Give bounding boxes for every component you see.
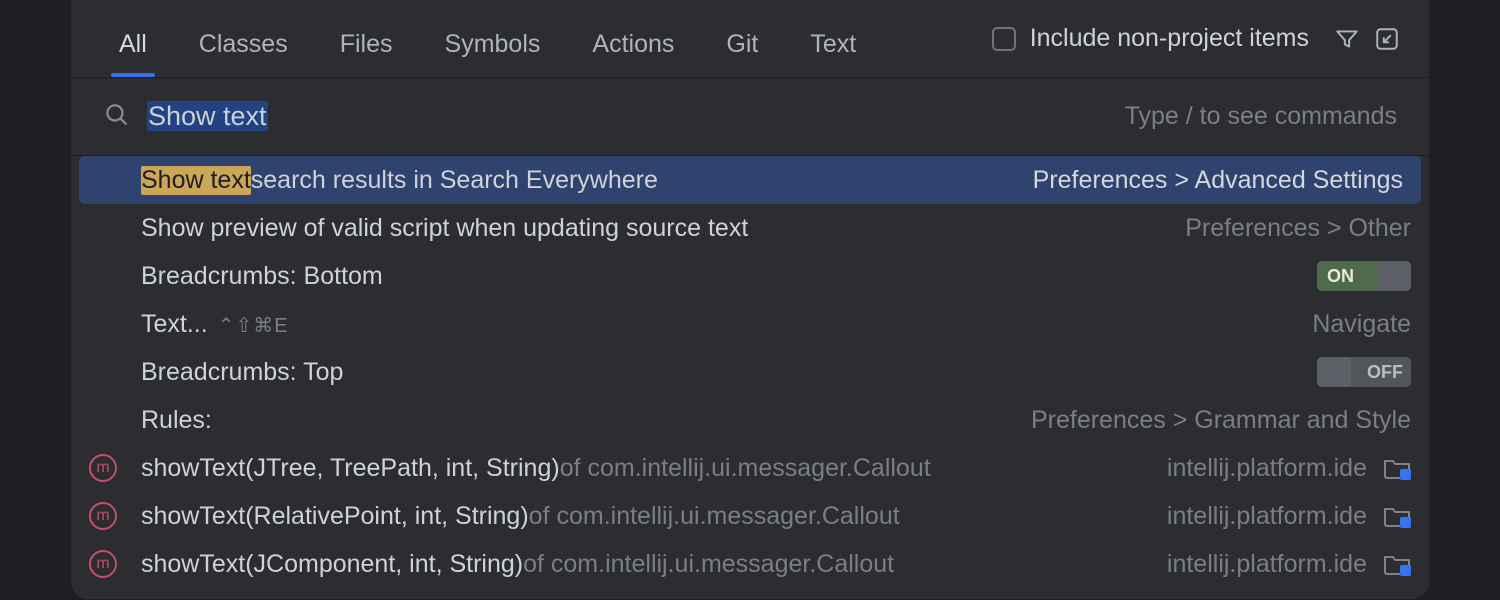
result-package: of com.intellij.ui.messager.Callout xyxy=(560,454,931,483)
result-label: showText(RelativePoint, int, String) xyxy=(141,502,529,531)
tab-actions[interactable]: Actions xyxy=(566,8,700,77)
result-row[interactable]: Show text search results in Search Every… xyxy=(79,156,1421,204)
tab-all[interactable]: All xyxy=(93,8,173,77)
tab-files[interactable]: Files xyxy=(314,8,419,77)
library-folder-icon xyxy=(1383,552,1411,576)
result-module: intellij.platform.ide xyxy=(1167,550,1367,579)
result-highlight: Show text xyxy=(141,166,251,195)
result-row[interactable]: m showText(JTree, TreePath, int, String)… xyxy=(71,444,1429,492)
result-label: Show preview of valid script when updati… xyxy=(141,214,748,243)
result-label: Breadcrumbs: Top xyxy=(141,358,343,387)
toggle-knob xyxy=(1317,357,1351,387)
tabbar: All Classes Files Symbols Actions Git Te… xyxy=(71,0,1429,78)
search-everywhere-popup: All Classes Files Symbols Actions Git Te… xyxy=(70,0,1430,600)
result-package: of com.intellij.ui.messager.Callout xyxy=(523,550,894,579)
method-icon: m xyxy=(89,550,117,578)
tab-text[interactable]: Text xyxy=(784,8,882,77)
result-label: Breadcrumbs: Bottom xyxy=(141,262,383,291)
toggle-label: ON xyxy=(1327,266,1354,287)
method-icon: m xyxy=(89,502,117,530)
result-label: showText(JTree, TreePath, int, String) xyxy=(141,454,560,483)
result-label: Text... xyxy=(141,310,208,339)
toggle[interactable]: ON xyxy=(1317,261,1411,291)
result-shortcut: ⌃⇧⌘E xyxy=(218,313,289,338)
tab-symbols[interactable]: Symbols xyxy=(419,8,567,77)
search-row: Show text Type / to see commands xyxy=(71,78,1429,156)
search-input[interactable]: Show text xyxy=(147,101,268,132)
result-row[interactable]: Breadcrumbs: Top OFF xyxy=(71,348,1429,396)
tabs: All Classes Files Symbols Actions Git Te… xyxy=(93,0,882,77)
result-label: showText(JComponent, int, String) xyxy=(141,550,523,579)
library-folder-icon xyxy=(1383,456,1411,480)
include-non-project-label: Include non-project items xyxy=(1030,24,1309,53)
result-row[interactable]: Show preview of valid script when updati… xyxy=(71,204,1429,252)
search-input-value: Show text xyxy=(147,101,268,131)
result-module: intellij.platform.ide xyxy=(1167,454,1367,483)
toggle-label: OFF xyxy=(1367,362,1403,383)
method-icon: m xyxy=(89,454,117,482)
result-package: of com.intellij.ui.messager.Callout xyxy=(529,502,900,531)
result-path: Preferences > Other xyxy=(1185,214,1411,243)
result-row[interactable]: Text... ⌃⇧⌘E Navigate xyxy=(71,300,1429,348)
result-path: Preferences > Advanced Settings xyxy=(1033,166,1403,195)
result-row[interactable]: m showText(JComponent, int, String) of c… xyxy=(71,540,1429,588)
search-icon xyxy=(103,101,129,132)
checkbox-icon xyxy=(992,27,1016,51)
results-list: Show text search results in Search Every… xyxy=(71,156,1429,588)
tab-git[interactable]: Git xyxy=(700,8,784,77)
result-row[interactable]: Rules: Preferences > Grammar and Style xyxy=(71,396,1429,444)
result-module: intellij.platform.ide xyxy=(1167,502,1367,531)
include-non-project-items[interactable]: Include non-project items xyxy=(992,24,1309,53)
library-folder-icon xyxy=(1383,504,1411,528)
open-in-tool-window-icon[interactable] xyxy=(1367,19,1407,59)
filter-icon[interactable] xyxy=(1327,19,1367,59)
result-label: Rules: xyxy=(141,406,212,435)
tab-classes[interactable]: Classes xyxy=(173,8,314,77)
toggle-knob xyxy=(1377,261,1411,291)
search-hint: Type / to see commands xyxy=(1125,102,1397,131)
toggle[interactable]: OFF xyxy=(1317,357,1411,387)
result-path: Preferences > Grammar and Style xyxy=(1031,406,1411,435)
result-path: Navigate xyxy=(1312,310,1411,339)
result-row[interactable]: Breadcrumbs: Bottom ON xyxy=(71,252,1429,300)
result-row[interactable]: m showText(RelativePoint, int, String) o… xyxy=(71,492,1429,540)
result-label: search results in Search Everywhere xyxy=(251,166,658,195)
